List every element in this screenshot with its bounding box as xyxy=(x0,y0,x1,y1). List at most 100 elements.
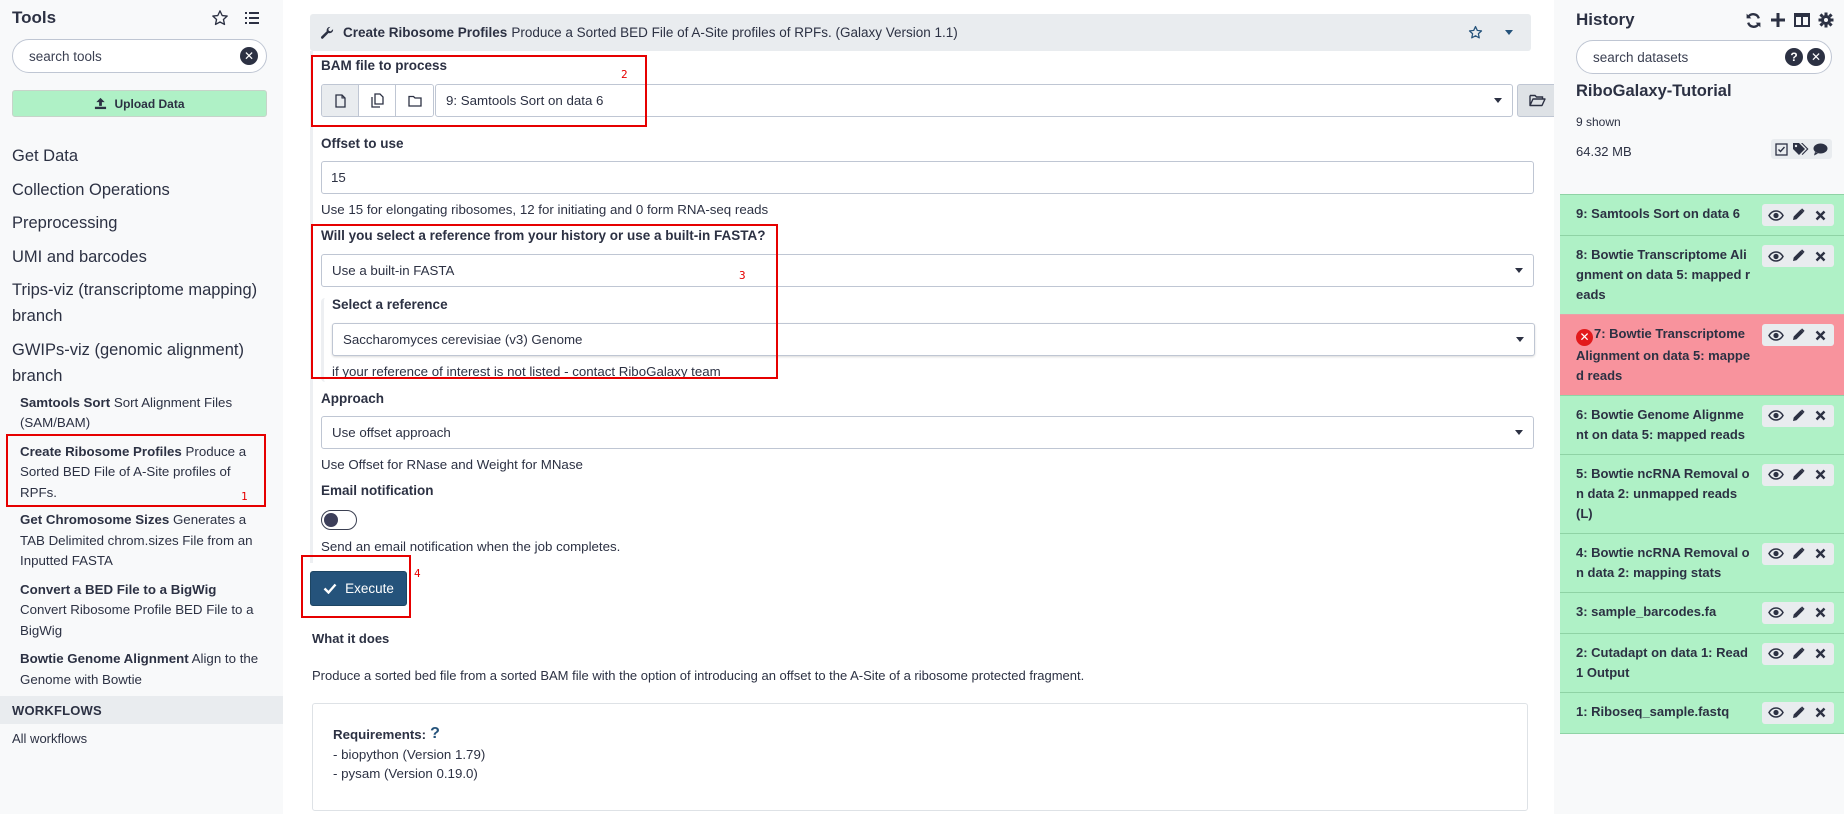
dataset-title-text: 4: Bowtie ncRNA Removal on data 2: mappi… xyxy=(1576,544,1750,580)
bam-file-select[interactable]: 9: Samtools Sort on data 6 xyxy=(435,84,1513,117)
section-umi-barcodes[interactable]: UMI and barcodes xyxy=(0,244,283,270)
delete-x-icon[interactable] xyxy=(1810,325,1830,345)
dataset-item: ✕ 7: Bowtie Transcriptome Alignment on da… xyxy=(1560,314,1844,395)
tool-get-chromosome-sizes[interactable]: Get Chromosome Sizes Generates a TAB Del… xyxy=(0,510,283,572)
dataset-title[interactable]: 9: Samtools Sort on data 6 xyxy=(1576,204,1751,226)
execute-button[interactable]: Execute xyxy=(310,571,407,606)
requirements-box: Requirements: ? - biopython (Version 1.7… xyxy=(312,703,1528,811)
upload-data-label: Upload Data xyxy=(114,96,185,111)
refresh-icon[interactable] xyxy=(1745,12,1762,29)
pencil-icon[interactable] xyxy=(1788,603,1808,623)
upload-data-button[interactable]: Upload Data xyxy=(12,90,267,117)
search-help-icon[interactable]: ? xyxy=(1785,48,1803,66)
delete-x-icon[interactable] xyxy=(1810,703,1830,723)
delete-x-icon[interactable] xyxy=(1810,603,1830,623)
all-workflows-link[interactable]: All workflows xyxy=(0,724,283,753)
eye-icon[interactable] xyxy=(1766,325,1786,345)
reference-genome-select[interactable]: Saccharomyces cerevisiae (v3) Genome xyxy=(332,323,1535,356)
pencil-icon[interactable] xyxy=(1788,465,1808,485)
tags-icon[interactable] xyxy=(1792,142,1809,156)
dataset-collection-button[interactable] xyxy=(396,85,433,116)
section-preprocessing[interactable]: Preprocessing xyxy=(0,210,283,236)
dataset-title[interactable]: 2: Cutadapt on data 1: Read 1 Output xyxy=(1576,643,1751,683)
delete-x-icon[interactable] xyxy=(1810,544,1830,564)
tool-options-dropdown-icon[interactable] xyxy=(1505,30,1513,35)
dataset-title[interactable]: 3: sample_barcodes.fa xyxy=(1576,602,1751,624)
section-gwips-viz[interactable]: GWIPs-viz (genomic alignment) branch xyxy=(0,337,283,389)
pencil-icon[interactable] xyxy=(1788,325,1808,345)
dataset-actions xyxy=(1762,642,1834,665)
select-items-checkbox-icon[interactable] xyxy=(1775,142,1788,156)
dataset-title[interactable]: ✕ 7: Bowtie Transcriptome Alignment on da… xyxy=(1576,324,1751,386)
section-collection-operations[interactable]: Collection Operations xyxy=(0,177,283,203)
tool-bed-to-bigwig[interactable]: Convert a BED File to a BigWig Convert Ri… xyxy=(0,580,283,642)
files-icon xyxy=(370,93,384,108)
tool-samtools-sort[interactable]: Samtools Sort Sort Alignment Files (SAM/… xyxy=(0,393,283,434)
tool-form-body: BAM file to process 9: Samtools Sort on … xyxy=(310,51,1554,563)
dataset-actions xyxy=(1762,701,1834,724)
select-reference-label: Select a reference xyxy=(332,297,448,312)
dataset-item: 1: Riboseq_sample.fastq xyxy=(1560,691,1844,734)
dataset-title[interactable]: 4: Bowtie ncRNA Removal on data 2: mappi… xyxy=(1576,543,1751,583)
pencil-icon[interactable] xyxy=(1788,246,1808,266)
annotation-number-4: 4 xyxy=(414,567,421,580)
create-history-plus-icon[interactable] xyxy=(1770,12,1786,28)
dataset-title-text: 9: Samtools Sort on data 6 xyxy=(1576,206,1740,221)
multiple-datasets-button[interactable] xyxy=(359,85,396,116)
workflows-header: WORKFLOWS xyxy=(0,696,283,724)
email-notification-toggle[interactable] xyxy=(321,510,357,530)
tool-bowtie-genome-alignment[interactable]: Bowtie Genome Alignment Align to the Gen… xyxy=(0,649,283,690)
dataset-title[interactable]: 5: Bowtie ncRNA Removal on data 2: unmap… xyxy=(1576,464,1751,524)
eye-icon[interactable] xyxy=(1766,205,1786,225)
eye-icon[interactable] xyxy=(1766,406,1786,426)
dataset-title[interactable]: 8: Bowtie Transcriptome Alignment on dat… xyxy=(1576,245,1751,305)
eye-icon[interactable] xyxy=(1766,465,1786,485)
tool-search-input[interactable] xyxy=(29,48,240,64)
eye-icon[interactable] xyxy=(1766,703,1786,723)
eye-icon[interactable] xyxy=(1766,603,1786,623)
dataset-item: 9: Samtools Sort on data 6 xyxy=(1560,194,1844,235)
delete-x-icon[interactable] xyxy=(1810,205,1830,225)
columns-icon[interactable] xyxy=(1794,13,1810,27)
wrench-icon xyxy=(320,26,334,39)
delete-x-icon[interactable] xyxy=(1810,465,1830,485)
reference-source-select[interactable]: Use a built-in FASTA xyxy=(321,254,1534,287)
pencil-icon[interactable] xyxy=(1788,703,1808,723)
browse-datasets-button[interactable] xyxy=(1517,84,1554,117)
question-icon[interactable]: ? xyxy=(430,725,440,743)
eye-icon[interactable] xyxy=(1766,544,1786,564)
delete-x-icon[interactable] xyxy=(1810,406,1830,426)
approach-select[interactable]: Use offset approach xyxy=(321,416,1534,449)
history-name[interactable]: RiboGalaxy-Tutorial xyxy=(1560,74,1844,101)
offset-input[interactable] xyxy=(321,161,1534,194)
tool-description: Produce a Sorted BED File of A-Site prof… xyxy=(511,25,958,40)
single-dataset-button[interactable] xyxy=(322,85,359,116)
eye-icon[interactable] xyxy=(1766,246,1786,266)
section-trips-viz[interactable]: Trips-viz (transcriptome mapping) branch xyxy=(0,277,283,329)
clear-search-icon[interactable]: ✕ xyxy=(240,47,258,65)
annotation-comment-icon[interactable] xyxy=(1813,143,1828,156)
pencil-icon[interactable] xyxy=(1788,544,1808,564)
gear-icon[interactable] xyxy=(1818,12,1834,28)
pencil-icon[interactable] xyxy=(1788,406,1808,426)
reference-genome-value: Saccharomyces cerevisiae (v3) Genome xyxy=(343,332,583,347)
list-view-icon[interactable] xyxy=(245,12,259,24)
history-search-input[interactable] xyxy=(1593,49,1781,65)
requirements-title-row: Requirements: ? xyxy=(333,725,1507,743)
favorites-star-icon[interactable] xyxy=(211,9,229,27)
favorite-tool-star-icon[interactable] xyxy=(1468,25,1483,40)
section-get-data[interactable]: Get Data xyxy=(0,143,283,169)
clear-search-icon[interactable]: ✕ xyxy=(1807,48,1825,66)
pencil-icon[interactable] xyxy=(1788,644,1808,664)
delete-x-icon[interactable] xyxy=(1810,644,1830,664)
history-size: 64.32 MB xyxy=(1576,143,1632,159)
dataset-item: 2: Cutadapt on data 1: Read 1 Output xyxy=(1560,632,1844,692)
eye-icon[interactable] xyxy=(1766,644,1786,664)
tool-search: ✕ xyxy=(12,39,267,73)
bam-file-value: 9: Samtools Sort on data 6 xyxy=(446,93,604,108)
pencil-icon[interactable] xyxy=(1788,205,1808,225)
chevron-down-icon xyxy=(1516,337,1524,342)
dataset-title[interactable]: 1: Riboseq_sample.fastq xyxy=(1576,702,1751,724)
delete-x-icon[interactable] xyxy=(1810,246,1830,266)
dataset-title[interactable]: 6: Bowtie Genome Alignment on data 5: ma… xyxy=(1576,405,1751,445)
